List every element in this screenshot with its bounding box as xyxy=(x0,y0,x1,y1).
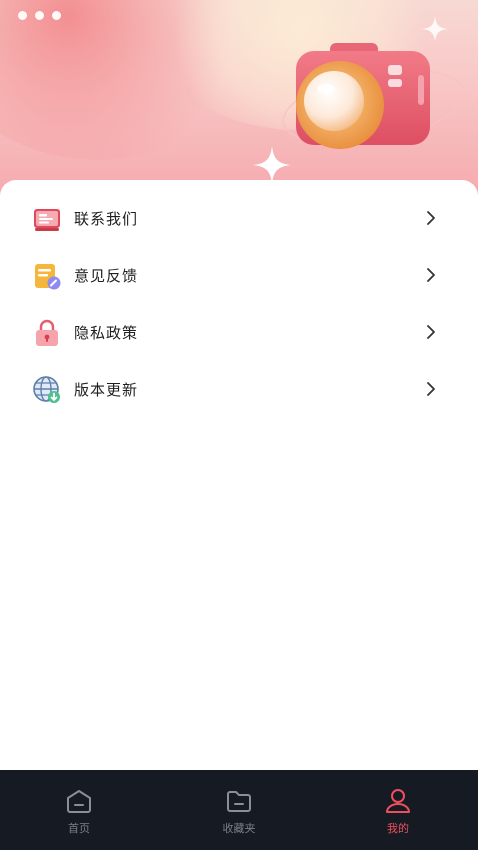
menu-item-feedback[interactable]: 意见反馈 xyxy=(0,247,478,304)
contact-card-icon xyxy=(34,209,60,231)
more-options-icon[interactable] xyxy=(18,11,61,20)
tab-home[interactable]: 首页 xyxy=(34,770,124,850)
chevron-right-icon xyxy=(427,382,435,396)
menu-item-contact-us[interactable]: 联系我们 xyxy=(0,190,478,247)
dot xyxy=(18,11,27,20)
menu-item-label: 版本更新 xyxy=(74,381,139,399)
tab-label: 我的 xyxy=(387,822,409,835)
user-icon xyxy=(386,789,410,813)
menu-item-label: 隐私政策 xyxy=(74,324,139,342)
chevron-right-icon xyxy=(427,325,435,339)
tab-favorites[interactable]: 收藏夹 xyxy=(194,770,284,850)
tab-mine[interactable]: 我的 xyxy=(353,770,443,850)
folder-icon xyxy=(227,791,251,812)
header-banner xyxy=(0,0,478,200)
lock-icon xyxy=(36,319,58,346)
globe-update-icon xyxy=(33,376,60,403)
menu-item-privacy-policy[interactable]: 隐私政策 xyxy=(0,304,478,361)
menu-item-label: 意见反馈 xyxy=(74,267,139,285)
home-icon xyxy=(67,790,91,813)
chevron-right-icon xyxy=(427,268,435,282)
bottom-tab-bar: 首页 收藏夹 我的 xyxy=(0,770,478,850)
tab-label: 首页 xyxy=(68,822,90,835)
dot xyxy=(52,11,61,20)
menu-item-label: 联系我们 xyxy=(74,210,139,228)
camera-illustration xyxy=(282,43,463,149)
settings-card: 联系我们 意见反馈 隐私政策 版本更新 xyxy=(0,180,478,770)
feedback-icon xyxy=(35,264,61,290)
chevron-right-icon xyxy=(427,211,435,225)
tab-label: 收藏夹 xyxy=(222,822,256,835)
dot xyxy=(35,11,44,20)
menu-item-version-update[interactable]: 版本更新 xyxy=(0,361,478,418)
